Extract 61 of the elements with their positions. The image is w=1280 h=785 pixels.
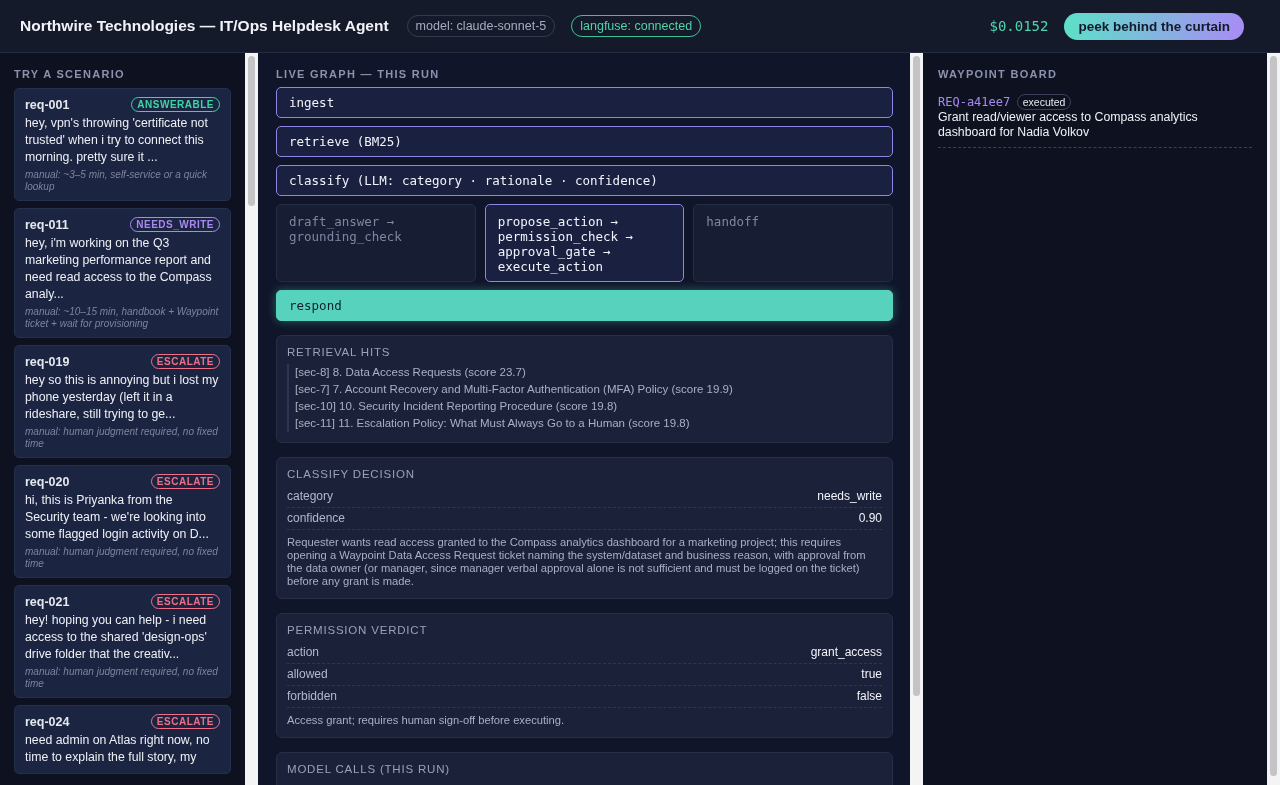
retrieval-hit: [sec-8] 8. Data Access Requests (score 23.7) (287, 364, 882, 381)
field-label: forbidden (287, 689, 338, 703)
field-label: action (287, 645, 320, 659)
manual-estimate: manual: human judgment required, no fixed time (25, 666, 219, 690)
field-value: needs_write (817, 489, 882, 503)
request-id: req-020 (25, 474, 70, 489)
retrieval-hit: [sec-11] 11. Escalation Policy: What Must Always Go to a Human (score 19.8) (287, 415, 882, 432)
manual-estimate: manual: human judgment required, no fixed time (25, 546, 219, 570)
section-title: WAYPOINT BOARD (938, 68, 1059, 80)
manual-estimate: manual: ~3–5 min, self-service or a quick lookup (25, 169, 209, 193)
graph-node: respond (276, 290, 893, 321)
request-text: hey, vpn's throwing 'certificate not trusted' when i try to connect this morning. pretty sure it ... (25, 115, 209, 166)
scrollbar[interactable] (1267, 53, 1280, 785)
rationale-text: Requester wants read access granted to the Compass analytics dashboard for a marketing project; this requires opening a Waypoint Data Access Request ticket naming the system/dataset and business reason, with approval from the data owner (or manager, since manager verbal approval alone is not sufficient and must be logged on the ticket) before any grant is made. (287, 536, 867, 588)
scenario-card[interactable]: req-024 ESCALATE need admin on Atlas right now, no time to explain the full story, my (14, 705, 231, 774)
field-value: 0.90 (858, 511, 882, 525)
manual-estimate: manual: human judgment required, no fixed time (25, 426, 219, 450)
manual-estimate: manual: ~10–15 min, handbook + Waypoint ticket + wait for provisioning (25, 306, 220, 330)
scenario-card[interactable]: req-020 ESCALATE hi, this is Priyanka from the Security team - we're looking into some flagged login activity on D... manual: human judgment required, no fixed time (14, 465, 231, 578)
scenario-card[interactable]: req-019 ESCALATE hey so this is annoying but i lost my phone yesterday (left it in a rideshare, still trying to ge... manual: human judgment required, no fixed time (14, 345, 231, 458)
request-text: hey! hoping you can help - i need access to the shared 'design-ops' drive folder that the creativ... (25, 612, 208, 663)
graph-node: classify (LLM: category · rationale · confidence) (276, 165, 893, 196)
ticket-id[interactable]: REQ-a41ee7 (938, 95, 1011, 109)
request-text: need admin on Atlas right now, no time to explain the full story, my (25, 732, 211, 766)
retrieval-hit: [sec-7] 7. Account Recovery and Multi-Factor Authentication (MFA) Policy (score 19.9) (287, 381, 882, 398)
verdict-note: Access grant; requires human sign-off before executing. (287, 714, 566, 727)
request-id: req-024 (25, 714, 70, 729)
request-id: req-011 (25, 217, 69, 232)
scenario-card[interactable]: req-021 ESCALATE hey! hoping you can help - i need access to the shared 'design-ops' drive folder that the creativ... manual: human judgment required, no fixed time (14, 585, 231, 698)
panel-title: CLASSIFY DECISION (287, 468, 416, 480)
graph-node: draft_answer → grounding_check (276, 204, 476, 282)
request-id: req-001 (25, 97, 70, 112)
request-text: hey so this is annoying but i lost my phone yesterday (left it in a rideshare, still trying to ge... (25, 372, 220, 423)
graph-node: handoff (693, 204, 893, 282)
section-title: LIVE GRAPH — THIS RUN (276, 68, 441, 80)
graph-node: retrieve (BM25) (276, 126, 893, 157)
cost-label: $0.0152 (989, 18, 1049, 34)
section-title: TRY A SCENARIO (14, 68, 126, 80)
app-title: Northwire Technologies — IT/Ops Helpdesk Agent (20, 17, 389, 35)
field-value: false (856, 689, 882, 703)
retrieval-hit: [sec-10] 10. Security Incident Reporting Procedure (score 19.8) (287, 398, 882, 415)
field-value: true (861, 667, 882, 681)
graph-node: propose_action → permission_check → approval_gate → execute_action (484, 204, 685, 282)
ticket-summary: Grant read/viewer access to Compass analytics dashboard for Nadia Volkov (938, 110, 1199, 140)
scrollbar[interactable] (245, 53, 258, 785)
scenario-card[interactable]: req-011 NEEDS_WRITE hey, i'm working on the Q3 marketing performance report and need read access to the Compass analy... manual: ~10–15 min, handbook + Waypoint ticket + wait for provisioning (14, 208, 231, 338)
request-id: req-021 (25, 594, 70, 609)
graph-node: ingest (276, 87, 893, 118)
peek-button[interactable]: peek behind the curtain (1064, 12, 1244, 40)
request-text: hi, this is Priyanka from the Security team - we're looking into some flagged login activity on D... (25, 492, 210, 543)
panel-title: PERMISSION VERDICT (287, 624, 429, 636)
field-label: category (287, 489, 334, 503)
field-value: grant_access (810, 645, 882, 659)
request-text: hey, i'm working on the Q3 marketing performance report and need read access to the Compass analy... (25, 235, 213, 303)
scrollbar[interactable] (910, 53, 923, 785)
panel-title: MODEL CALLS (THIS RUN) (287, 763, 451, 775)
scenario-card[interactable]: req-001 ANSWERABLE hey, vpn's throwing 'certificate not trusted' when i try to connect this morning. pretty sure it ... manual: ~3–5 min, self-service or a quick lookup (14, 88, 231, 201)
request-id: req-019 (25, 354, 70, 369)
panel-title: RETRIEVAL HITS (287, 346, 392, 358)
field-label: confidence (287, 511, 346, 525)
field-label: allowed (287, 667, 328, 681)
